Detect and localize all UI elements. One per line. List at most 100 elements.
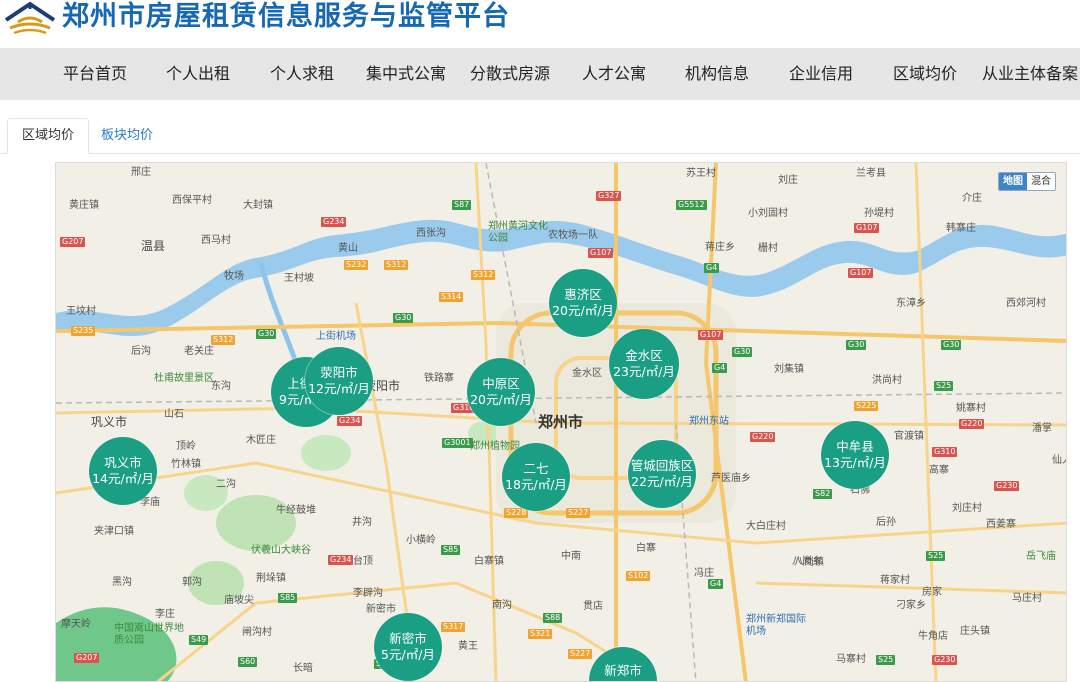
road-shield: S312 — [211, 335, 236, 345]
district-price: 13元/㎡/月 — [824, 455, 886, 470]
map-type-hybrid-button[interactable]: 混合 — [1027, 173, 1055, 190]
place-label: 高寨 — [929, 465, 949, 476]
house-logo-icon — [4, 1, 56, 34]
main-nav: 平台首页 个人出租 个人求租 集中式公寓 分散式房源 人才公寓 机构信息 企业信… — [0, 48, 1080, 100]
tab-block-avg[interactable]: 板块均价 — [86, 118, 168, 154]
nav-item-centralized-apartment[interactable]: 集中式公寓 — [366, 48, 446, 100]
place-label: 刘庄村 — [952, 503, 982, 514]
road-shield: S317 — [441, 622, 466, 632]
place-label: 洪尚村 — [872, 375, 902, 386]
place-label: 闸沟村 — [242, 627, 272, 638]
road-shield: S49 — [189, 635, 209, 645]
place-label: 西郊河村 — [1006, 298, 1046, 309]
nav-item-agency-info[interactable]: 机构信息 — [685, 48, 749, 100]
place-label: 郭沟 — [182, 577, 202, 588]
road-shield: S102 — [626, 571, 651, 581]
nav-item-personal-rent-out[interactable]: 个人出租 — [166, 48, 230, 100]
district-price-map[interactable]: 地图 混合 S87 G327 G5512 G234 G207 S232 S312… — [55, 162, 1067, 682]
map-type-toggle: 地图 混合 — [998, 172, 1056, 191]
park-label-yuefei: 岳飞庙 — [1026, 551, 1056, 562]
road-shield: G107 — [848, 268, 874, 278]
place-label: 铁路寨 — [424, 373, 454, 384]
place-label: 黄王 — [458, 641, 478, 652]
district-bubble-zhongyuan[interactable]: 中原区 20元/㎡/月 — [467, 358, 535, 426]
place-label: 牧场 — [224, 271, 244, 282]
district-price: 5元/㎡/月 — [381, 647, 435, 662]
place-label: 荆垛镇 — [256, 573, 286, 584]
place-label: 小横岭 — [406, 535, 436, 546]
district-bubble-jinshui[interactable]: 金水区 23元/㎡/月 — [609, 329, 679, 399]
nav-item-district-avg-price[interactable]: 区域均价 — [893, 48, 957, 100]
place-label: 温县 — [141, 239, 166, 253]
district-price: 14元/㎡/月 — [92, 471, 154, 486]
place-label: 新密市 — [366, 604, 396, 615]
road-shield: S235 — [71, 326, 96, 336]
road-shield: S227 — [568, 649, 593, 659]
road-shield: S82 — [813, 489, 833, 499]
district-name: 荥阳市 — [320, 365, 358, 380]
district-name: 惠济区 — [564, 287, 602, 302]
nav-item-home[interactable]: 平台首页 — [63, 48, 127, 100]
district-bubble-xinmi[interactable]: 新密市 5元/㎡/月 — [374, 613, 442, 681]
road-shield: S25 — [934, 381, 954, 391]
place-label-airport: 上街机场 — [316, 331, 356, 342]
road-shield: G3001 — [442, 438, 473, 448]
road-shield: S314 — [439, 292, 464, 302]
road-shield: G310 — [932, 447, 958, 457]
road-shield: S232 — [344, 260, 369, 270]
district-name: 中牟县 — [836, 439, 874, 454]
district-bubble-zhongmu[interactable]: 中牟县 13元/㎡/月 — [821, 421, 889, 489]
place-label: 李庄 — [155, 609, 175, 620]
place-label: 顶岭 — [176, 441, 196, 452]
road-shield: G107 — [854, 223, 880, 233]
nav-item-practitioner-filing[interactable]: 从业主体备案 — [982, 48, 1078, 100]
tab-district-avg[interactable]: 区域均价 — [7, 118, 90, 154]
place-label: 木匠庄 — [246, 435, 276, 446]
district-bubble-guancheng[interactable]: 管城回族区 22元/㎡/月 — [628, 440, 696, 508]
road-shield: G327 — [596, 191, 622, 201]
place-label: 牛角店 — [918, 631, 948, 642]
district-bubble-erqi[interactable]: 二七 18元/㎡/月 — [502, 443, 570, 511]
map-type-map-button[interactable]: 地图 — [999, 173, 1027, 190]
nav-item-scattered-housing[interactable]: 分散式房源 — [470, 48, 550, 100]
district-name: 巩义市 — [104, 455, 142, 470]
place-label: 刘集镇 — [774, 364, 804, 375]
road-shield: G30 — [732, 347, 753, 357]
nav-item-talent-apartment[interactable]: 人才公寓 — [582, 48, 646, 100]
place-label: 二沟 — [216, 479, 236, 490]
road-shield: G234 — [328, 555, 354, 565]
nav-item-personal-rent-wanted[interactable]: 个人求租 — [270, 48, 334, 100]
place-label: 韩寨庄 — [946, 223, 976, 234]
road-shield: G4 — [712, 363, 728, 373]
place-label: 西张沟 — [416, 228, 446, 239]
place-label: 王坟村 — [66, 306, 96, 317]
road-shield: G234 — [337, 416, 363, 426]
road-shield: G5512 — [676, 200, 707, 210]
road-shield: G4 — [708, 579, 724, 589]
place-label: 马寨村 — [836, 654, 866, 665]
road-shield: G30 — [393, 313, 414, 323]
district-name: 新郑市 — [604, 663, 642, 678]
place-label: 孙堤村 — [864, 208, 894, 219]
district-bubble-gongyi[interactable]: 巩义市 14元/㎡/月 — [89, 437, 157, 505]
district-name: 金水区 — [625, 348, 663, 363]
site-title: 郑州市房屋租赁信息服务与监管平台 — [62, 1, 510, 32]
place-label: 白寨镇 — [474, 556, 504, 567]
district-bubble-huiji[interactable]: 惠济区 20元/㎡/月 — [549, 269, 617, 337]
place-label: 大白庄村 — [746, 521, 786, 532]
place-label: 东漳乡 — [896, 298, 926, 309]
nav-item-enterprise-credit[interactable]: 企业信用 — [789, 48, 853, 100]
place-label: 马庄村 — [1012, 593, 1042, 604]
place-label: 后孙 — [876, 517, 896, 528]
district-name: 中原区 — [482, 376, 520, 391]
road-shield: G30 — [941, 340, 962, 350]
road-shield: S25 — [876, 655, 896, 665]
road-shield: G4 — [704, 263, 720, 273]
place-label: 农牧场一队 — [548, 230, 598, 241]
road-shield: S87 — [452, 200, 472, 210]
district-bubble-xingyang[interactable]: 荥阳市 12元/㎡/月 — [305, 347, 373, 415]
place-label: 长暗 — [293, 663, 313, 674]
place-label: 西姜寨 — [986, 519, 1016, 530]
place-label: 栅村 — [758, 243, 778, 254]
place-label: 西马村 — [201, 235, 231, 246]
